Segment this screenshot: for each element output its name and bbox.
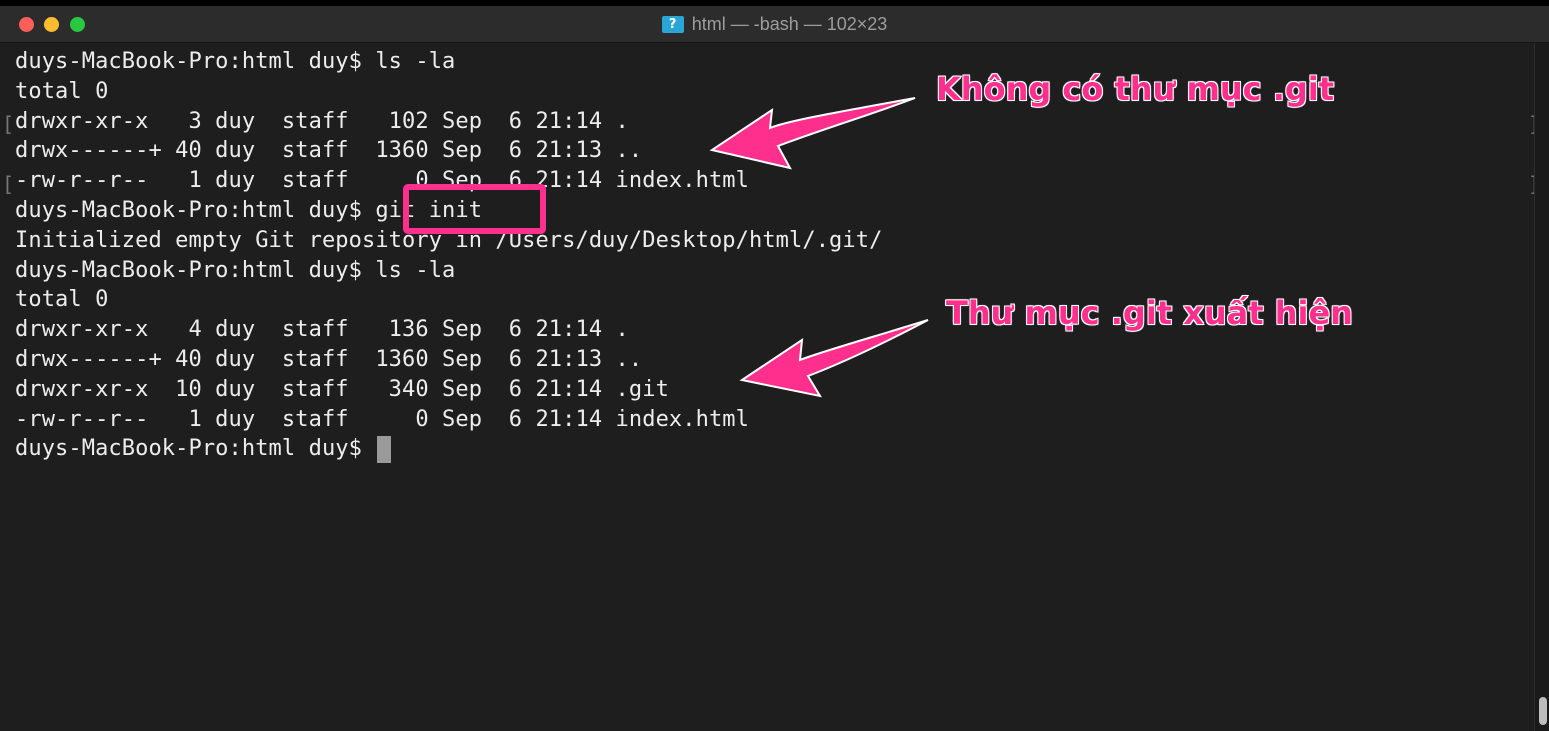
no-git-annotation: Không có thư mục .git <box>935 69 1335 109</box>
arrow-icon <box>739 319 929 398</box>
annotation-arrows <box>709 97 929 398</box>
git-appears-annotation: Thư mục .git xuất hiện <box>945 293 1353 333</box>
arrow-icon <box>709 97 916 170</box>
